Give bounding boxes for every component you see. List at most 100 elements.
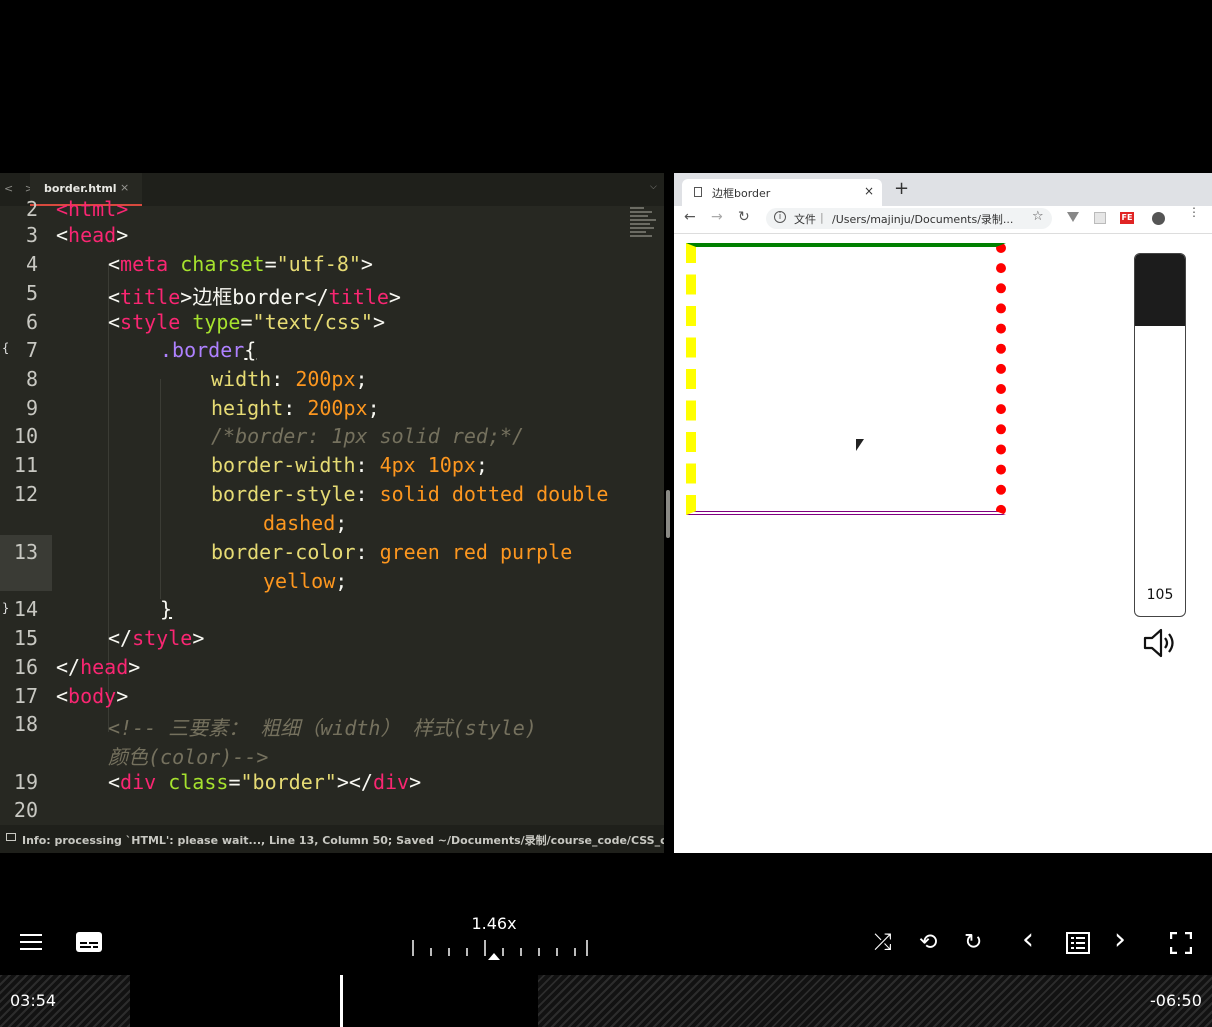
line-number: 12 <box>13 482 38 506</box>
repeat-icon[interactable]: ⟲ <box>919 931 937 955</box>
playback-speed-label: 1.46x <box>471 914 517 933</box>
extension-vue-icon[interactable] <box>1067 212 1079 222</box>
code-token: div <box>120 770 157 794</box>
code-line-18-wrap: 颜色(color)--> <box>108 745 269 769</box>
code-line-7: .border{ <box>160 338 256 362</box>
line-number: 4 <box>25 252 38 276</box>
code-token: solid dotted double <box>379 482 609 506</box>
timeline-buffered-region <box>130 975 538 1027</box>
next-icon[interactable]: › <box>1114 925 1126 955</box>
code-line-13-wrap: yellow; <box>263 569 348 593</box>
bookmark-star-icon[interactable]: ☆ <box>1032 209 1044 224</box>
close-tab-icon[interactable]: × <box>864 184 874 198</box>
code-line-13: border-color: green red purple <box>211 540 573 564</box>
code-line-10: /*border: 1px solid red;*/ <box>211 424 525 448</box>
line-number: 8 <box>25 367 38 391</box>
code-token: 边框border <box>192 285 305 309</box>
code-token: 200px <box>307 396 368 420</box>
site-info-icon[interactable]: i <box>774 211 786 223</box>
playback-speed-slider[interactable] <box>412 938 588 960</box>
line-number: 16 <box>13 655 38 679</box>
code-token: green red purple <box>379 540 573 564</box>
code-token: <html> <box>56 197 129 221</box>
mouse-cursor-icon <box>856 439 864 451</box>
extension-icon[interactable] <box>1094 212 1106 224</box>
editor-scrollbar[interactable] <box>666 490 670 538</box>
code-token: border-color <box>211 540 356 564</box>
editor-minimap[interactable] <box>630 207 660 247</box>
line-number: 20 <box>13 798 38 822</box>
previous-icon[interactable]: ‹ <box>1022 925 1034 955</box>
editor-tab-list-chevron-icon[interactable]: ⌵ <box>650 182 657 192</box>
address-bar[interactable]: i 文件 | /Users/majinju/Documents/录制... ☆ <box>766 208 1052 229</box>
code-token: dashed <box>263 511 336 535</box>
status-panel-icon[interactable] <box>6 833 16 841</box>
line-number: 9 <box>25 396 38 420</box>
time-elapsed: 03:54 <box>10 991 57 1010</box>
browser-tab-strip: 边框border × + <box>674 173 1212 206</box>
line-number: 15 <box>13 626 38 650</box>
code-token: 200px <box>295 367 356 391</box>
code-token: style <box>120 310 181 334</box>
code-token: class <box>168 770 229 794</box>
timeline-scrubber[interactable]: 03:54 -06:50 <box>0 975 1212 1027</box>
line-number: 19 <box>13 770 38 794</box>
code-token: border-style <box>211 482 356 506</box>
new-tab-icon[interactable]: + <box>894 178 909 199</box>
repeat-one-icon[interactable]: ↻ <box>964 931 982 955</box>
page-icon <box>694 187 702 197</box>
menu-icon[interactable] <box>20 934 42 952</box>
code-editor[interactable]: < > border.html × ⌵ 2 <html> 3 <head> 4 … <box>0 173 664 853</box>
browser-menu-icon[interactable]: ⋮ <box>1188 206 1200 218</box>
extension-fe-icon[interactable]: FE <box>1120 212 1134 224</box>
code-token: width <box>211 367 272 391</box>
subtitle-icon[interactable] <box>76 932 102 952</box>
code-token: charset <box>180 252 265 276</box>
border-demo-box <box>686 243 1006 515</box>
account-icon[interactable] <box>1152 212 1165 225</box>
code-token: body <box>68 684 117 708</box>
fullscreen-icon[interactable] <box>1170 932 1192 954</box>
address-url[interactable]: /Users/majinju/Documents/录制... <box>832 211 1013 227</box>
code-line-17: <body> <box>56 684 129 708</box>
code-line-2: <html> <box>56 197 128 221</box>
shuffle-icon[interactable]: ⤮ <box>874 931 892 955</box>
code-line-16: </head> <box>56 655 141 679</box>
playlist-icon[interactable] <box>1066 932 1090 954</box>
code-token: meta <box>120 252 169 276</box>
code-line-18: <!-- 三要素： 粗细（width） 样式(style) <box>108 716 537 740</box>
volume-value: 105 <box>1146 587 1174 603</box>
line-number: 6 <box>25 310 38 334</box>
line-number: 3 <box>25 223 38 247</box>
line-number: 18 <box>13 712 38 736</box>
speaker-icon[interactable] <box>1142 627 1178 659</box>
code-line-14: } <box>160 597 172 621</box>
timeline-playhead[interactable] <box>340 975 343 1027</box>
editor-status-bar: Info: processing `HTML': please wait...,… <box>0 825 664 853</box>
code-line-15: </style> <box>108 626 205 650</box>
forward-icon[interactable]: → <box>711 209 723 225</box>
line-number: 2 <box>25 197 38 221</box>
code-token: style <box>132 626 193 650</box>
back-icon[interactable]: ← <box>684 209 696 225</box>
reload-icon[interactable]: ↻ <box>738 209 750 225</box>
code-line-5: <title>边框border</title> <box>108 285 401 309</box>
volume-slider[interactable]: 105 <box>1134 253 1186 617</box>
editor-tab-close-icon[interactable]: × <box>120 181 129 194</box>
browser-tab[interactable]: 边框border × <box>682 179 882 206</box>
code-line-8: width: 200px; <box>211 367 368 391</box>
line-number: 13 <box>13 540 38 564</box>
code-token: div <box>372 770 410 794</box>
editor-tab-label: border.html <box>44 182 117 195</box>
code-token: .border <box>160 338 245 362</box>
code-token: yellow <box>263 569 336 593</box>
browser-window: 边框border × + ← → ↻ i 文件 | /Users/majinju… <box>674 173 1212 853</box>
code-token: { <box>244 338 257 362</box>
browser-tab-title: 边框border <box>712 187 771 200</box>
code-token: border-width <box>211 453 356 477</box>
code-line-11: border-width: 4px 10px; <box>211 453 488 477</box>
code-line-6: <style type="text/css"> <box>108 310 385 334</box>
status-text: Info: processing `HTML': please wait...,… <box>22 834 664 847</box>
code-token: head <box>80 655 129 679</box>
code-token: "utf-8" <box>276 252 361 276</box>
